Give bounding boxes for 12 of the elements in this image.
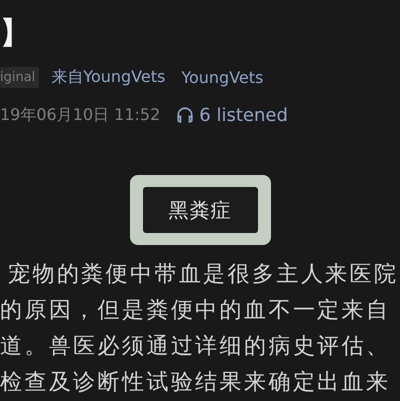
headphones-icon xyxy=(176,106,194,124)
paragraph-line: 道。兽医必须通过详细的病史评估、 xyxy=(0,333,392,361)
section-heading: 黑粪症 xyxy=(168,196,232,224)
author-link[interactable]: YoungVets xyxy=(181,68,264,88)
paragraph-line: 检查及诊断性试验结果来确定出血来 xyxy=(0,369,392,397)
listen-count: 6 listened xyxy=(199,104,288,126)
paragraph-line: 宠物的粪便中带血是很多主人来医院 xyxy=(7,261,400,289)
source-link[interactable]: 来自YoungVets xyxy=(51,67,166,88)
original-tag: iginal xyxy=(0,67,40,88)
paragraph-line: 的原因，但是粪便中的血不一定来自 xyxy=(0,297,392,325)
article-title: 】 xyxy=(0,15,31,53)
publish-date: 19年06月10日 11:52 xyxy=(0,104,160,126)
